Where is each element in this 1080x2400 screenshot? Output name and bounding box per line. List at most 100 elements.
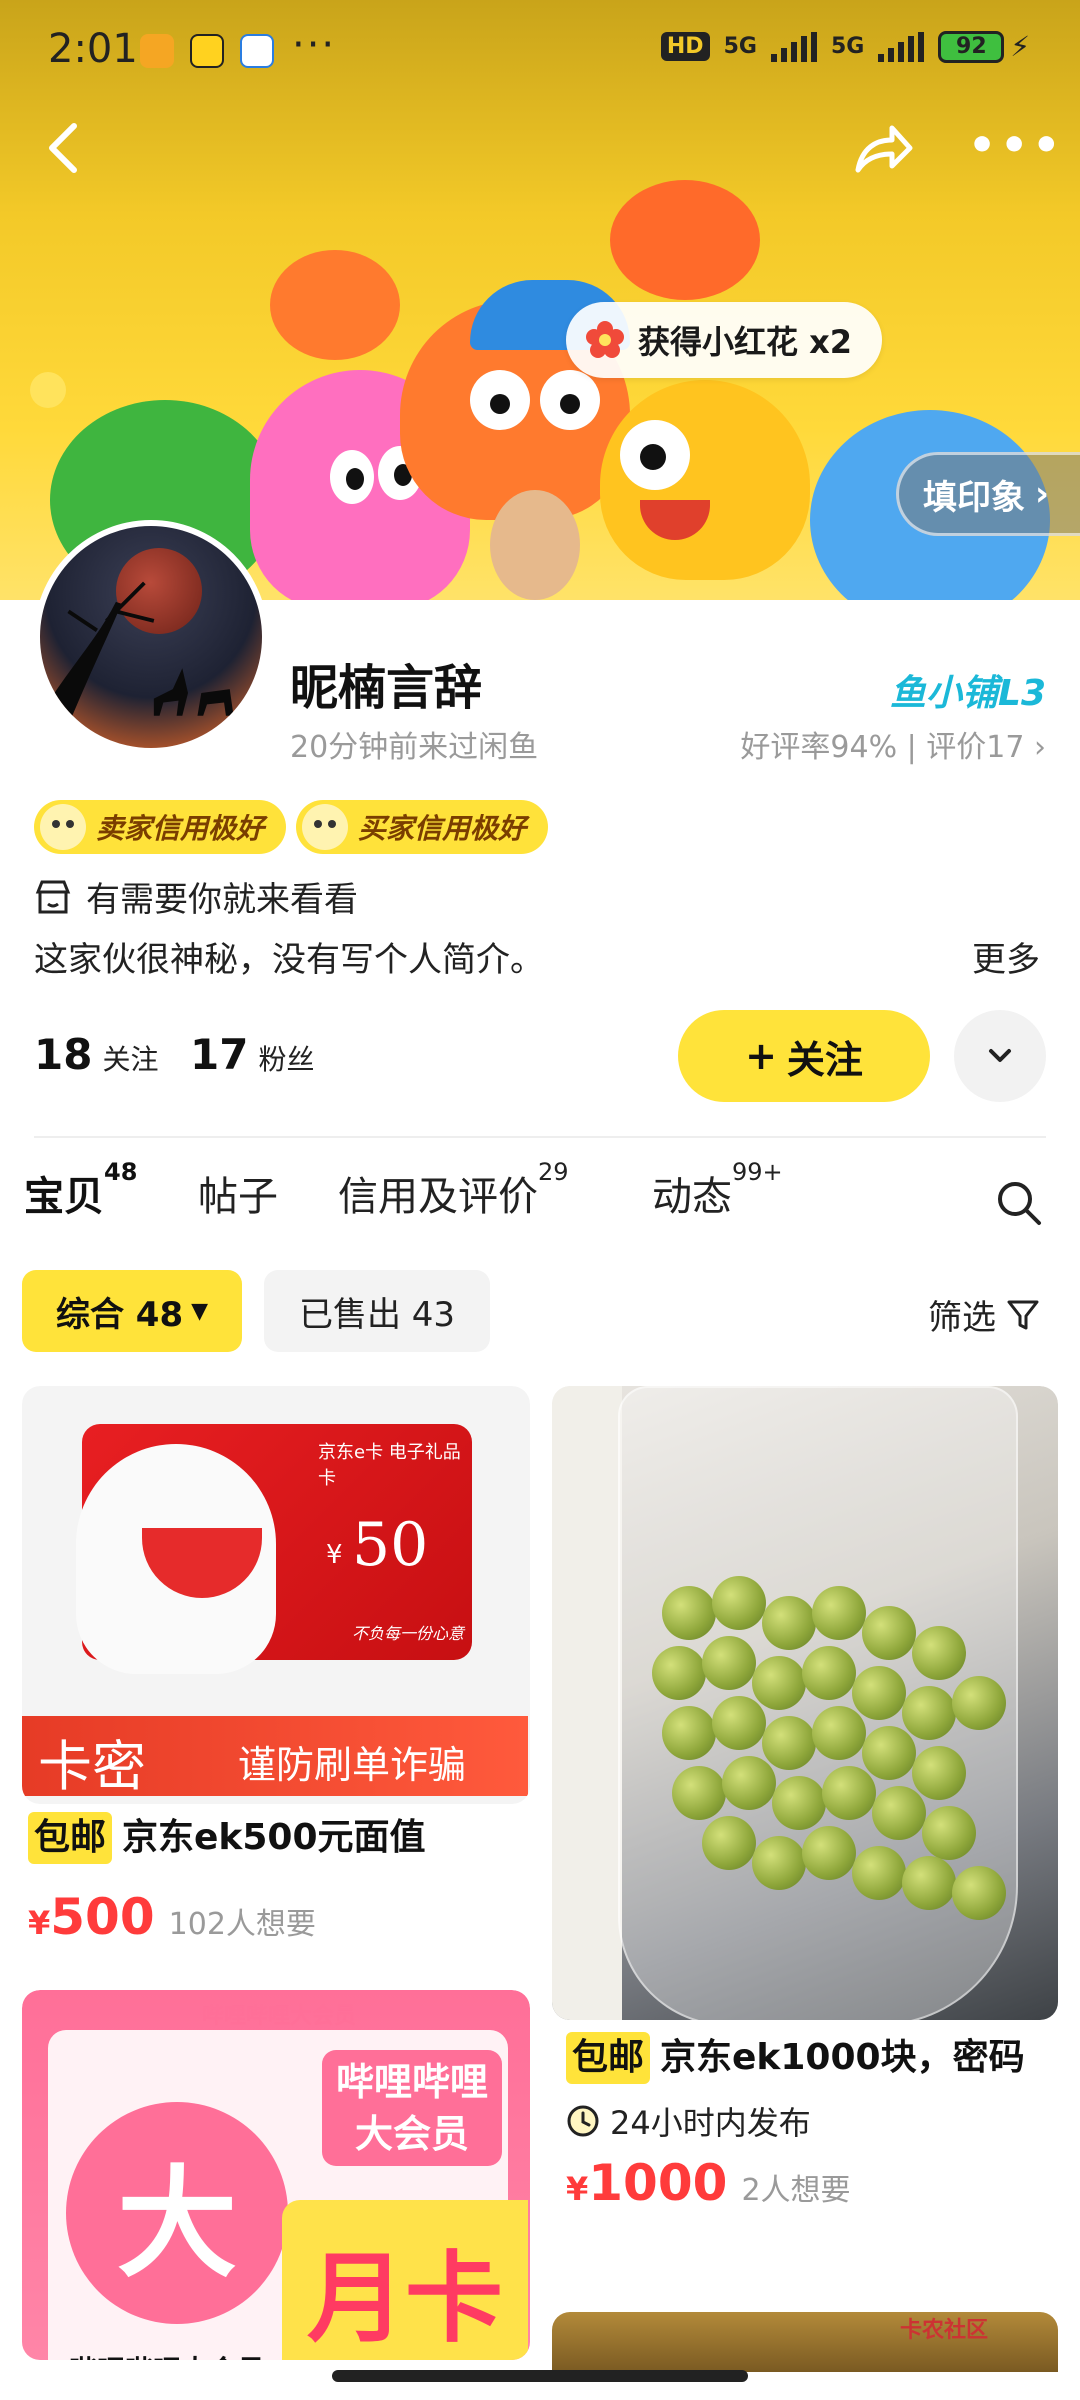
chevron-right-icon: › — [1034, 730, 1046, 765]
bili-top-label: 哔哩哔哩大会员 — [202, 2004, 357, 2029]
status-time: 2:01 — [48, 26, 138, 72]
xianyu-app-icon — [190, 34, 224, 68]
award-badge[interactable]: 获得小红花 x2 — [566, 302, 883, 378]
posted-time: 24小时内发布 — [566, 2098, 1046, 2144]
jd-card-yen: ¥ — [326, 1540, 343, 1570]
tab-posts-label: 帖子 — [198, 1174, 278, 1220]
wants-count: 102人想要 — [168, 1907, 316, 1942]
wall-edge — [552, 1386, 622, 2020]
followers-number: 17 — [190, 1030, 249, 1079]
watermark-text: 卡农社区 — [900, 2318, 989, 2343]
product-card-bilibili[interactable]: 哔哩哔哩大会员 大 哔哩哔哩大会员 月卡 哔哩哔哩大会员1个月 — [22, 1990, 530, 2360]
product-card-jd-500[interactable]: 京东e卡 电子礼品卡 ¥ 50 不负每一份心意 卡密 谨防刷单诈骗 包邮 京东ek… — [22, 1386, 530, 1966]
tab-credit-reviews[interactable]: 信用及评价29 — [338, 1158, 569, 1222]
filter-label: 筛选 — [928, 1298, 996, 1338]
tab-activity-label: 动态 — [652, 1174, 732, 1220]
net-label-2: 5G — [830, 34, 865, 59]
price-group: ¥1000 — [566, 2154, 727, 2212]
posted-time-text: 24小时内发布 — [610, 2104, 811, 2142]
filter-sold-label: 已售出 43 — [298, 1294, 456, 1335]
jd-gift-card: 京东e卡 电子礼品卡 ¥ 50 不负每一份心意 — [76, 1424, 472, 1674]
bili-month-label: 月卡 — [282, 2200, 528, 2360]
product-title: 包邮 京东ek500元面值 — [28, 1812, 524, 1864]
shop-intro: 有需要你就来看看 — [34, 872, 358, 921]
award-text: 获得小红花 x2 — [638, 323, 853, 361]
tab-items-count: 48 — [104, 1158, 138, 1186]
plus-icon: + — [745, 1034, 777, 1078]
scam-warning: 谨防刷单诈骗 — [238, 1743, 467, 1787]
buyer-credit-label: 买家信用极好 — [358, 812, 527, 845]
fill-impression-label: 填印象 — [923, 477, 1025, 518]
search-icon[interactable] — [994, 1178, 1044, 1228]
free-shipping-tag: 包邮 — [566, 2032, 651, 2084]
status-more-icon: ··· — [292, 22, 337, 68]
product-info: 包邮 京东ek500元面值 ¥500 102人想要 — [28, 1812, 524, 1946]
tab-credit-label: 信用及评价 — [338, 1174, 538, 1220]
shop-icon — [35, 880, 71, 913]
chevron-down-icon — [989, 1049, 1011, 1062]
product-title-text: 京东ek500元面值 — [122, 1817, 426, 1858]
hd-icon: HD — [660, 32, 710, 61]
seller-credit-label: 卖家信用极好 — [96, 812, 265, 845]
tab-credit-count: 29 — [538, 1158, 569, 1186]
profile-banner: 2:01 ··· HD 5G 5G 92 ⚡ ••• 获得小红花 x2 填印象 … — [0, 0, 1080, 610]
tab-posts[interactable]: 帖子 — [198, 1164, 278, 1222]
funnel-icon — [1007, 1300, 1039, 1329]
telecom-app-icon — [240, 34, 274, 68]
tab-activity-count: 99+ — [732, 1158, 783, 1186]
more-options-button[interactable] — [954, 1010, 1046, 1102]
battery-icon: 92 ⚡ — [938, 30, 1030, 63]
home-indicator[interactable] — [332, 2370, 748, 2382]
filter-all-label: 综合 48 — [55, 1294, 184, 1335]
following-count[interactable]: 18 关注 — [34, 1030, 158, 1079]
product-card-jd-1000[interactable]: 包邮 京东ek1000块，密码 24小时内发布 ¥1000 2人想要 — [552, 1386, 1058, 2286]
username: 昵楠言辞 — [290, 660, 483, 716]
buyer-credit-badge[interactable]: 买家信用极好 — [296, 800, 549, 854]
rating-summary[interactable]: 好评率94% | 评价17 › — [740, 722, 1046, 766]
note-app-icon — [140, 34, 174, 68]
tab-activity[interactable]: 动态99+ — [652, 1158, 783, 1222]
section-divider — [34, 1136, 1046, 1138]
filter-sold-chip[interactable]: 已售出 43 — [264, 1270, 490, 1352]
jd-card-label: 京东e卡 电子礼品卡 — [318, 1442, 461, 1489]
follow-button-label: 关注 — [786, 1037, 863, 1082]
shop-level-badge[interactable]: 鱼小铺L3 — [890, 664, 1046, 716]
more-menu-icon[interactable]: ••• — [968, 124, 1060, 168]
follow-button[interactable]: + 关注 — [678, 1010, 930, 1102]
share-icon[interactable] — [850, 118, 916, 184]
tab-items[interactable]: 宝贝48 — [24, 1158, 137, 1222]
status-right: HD 5G 5G 92 ⚡ — [660, 30, 1030, 63]
battery-level: 92 — [938, 30, 1005, 63]
red-flower-icon — [586, 321, 624, 358]
back-icon[interactable] — [36, 118, 96, 178]
filter-button[interactable]: 筛选 — [928, 1290, 1040, 1339]
price-value: 500 — [50, 1888, 155, 1946]
price-row: ¥500 102人想要 — [28, 1888, 524, 1946]
net-label-1: 5G — [723, 34, 757, 59]
price-currency: ¥ — [566, 2170, 589, 2208]
signal-icon-1 — [770, 31, 817, 62]
fill-impression-button[interactable]: 填印象 › — [896, 452, 1080, 536]
free-shipping-tag: 包邮 — [28, 1812, 113, 1864]
product-image: 哔哩哔哩大会员 大 哔哩哔哩大会员 月卡 哔哩哔哩大会员1个月 — [22, 1990, 530, 2360]
last-seen: 20分钟前来过闲鱼 — [290, 730, 539, 765]
caret-down-icon: ▼ — [191, 1298, 209, 1324]
followers-count[interactable]: 17 粉丝 — [190, 1030, 314, 1079]
product-image: 京东e卡 电子礼品卡 ¥ 50 不负每一份心意 卡密 谨防刷单诈骗 — [22, 1386, 530, 1804]
following-label: 关注 — [102, 1043, 159, 1076]
price-group: ¥500 — [28, 1888, 155, 1946]
filter-all-chip[interactable]: 综合 48 ▼ — [22, 1270, 242, 1352]
smile-face-icon — [302, 804, 348, 850]
tab-items-label: 宝贝 — [24, 1174, 104, 1220]
jd-card-value: 50 — [352, 1510, 429, 1580]
wants-count: 2人想要 — [741, 2173, 851, 2208]
seller-credit-badge[interactable]: 卖家信用极好 — [34, 800, 287, 854]
status-bar: 2:01 ··· HD 5G 5G 92 ⚡ — [0, 0, 1080, 100]
bio-more-link[interactable]: 更多 — [972, 932, 1040, 981]
card-secret-label: 卡密 — [38, 1735, 146, 1798]
clock-icon — [567, 2105, 599, 2137]
followers-label: 粉丝 — [258, 1043, 315, 1076]
price-currency: ¥ — [28, 1904, 51, 1942]
avatar[interactable] — [34, 520, 268, 754]
product-info: 包邮 京东ek1000块，密码 24小时内发布 ¥1000 2人想要 — [566, 2032, 1046, 2212]
